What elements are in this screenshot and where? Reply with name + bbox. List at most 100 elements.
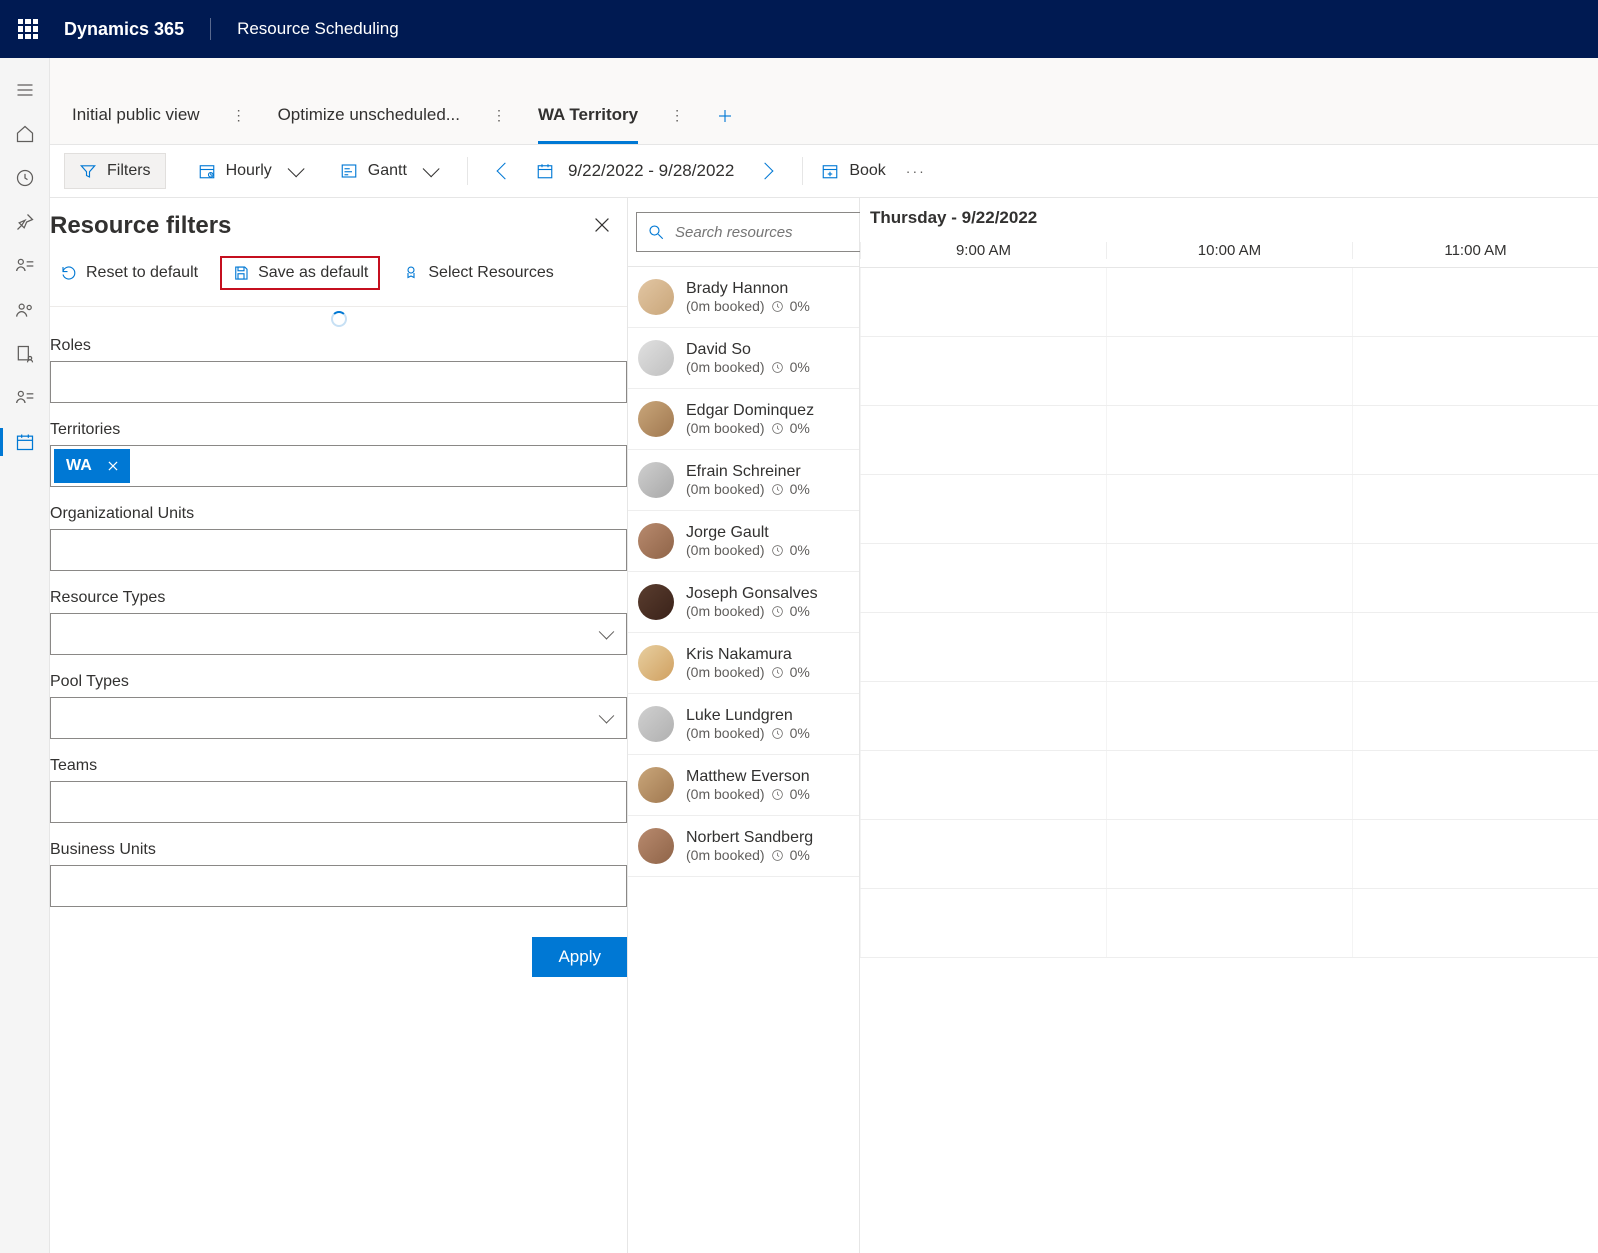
close-filter-panel-button[interactable]: [591, 214, 613, 239]
reset-to-default-button[interactable]: Reset to default: [50, 256, 208, 290]
timeline-cell[interactable]: [1352, 337, 1598, 405]
timeline-cell[interactable]: [860, 613, 1106, 681]
timeline-cell[interactable]: [1352, 406, 1598, 474]
clock-icon: [771, 605, 784, 618]
territories-input[interactable]: WA: [50, 445, 627, 487]
timeline-cell[interactable]: [1106, 475, 1352, 543]
timeline-cell[interactable]: [1106, 544, 1352, 612]
timeline-cell[interactable]: [860, 475, 1106, 543]
timeline-cell[interactable]: [1352, 889, 1598, 957]
timeline-row[interactable]: [860, 544, 1598, 613]
timeline-cell[interactable]: [1106, 820, 1352, 888]
timeline-cell[interactable]: [860, 751, 1106, 819]
save-as-default-button[interactable]: Save as default: [220, 256, 380, 290]
resource-row[interactable]: Luke Lundgren (0m booked) 0%: [628, 694, 859, 755]
app-launcher-icon[interactable]: [18, 19, 38, 39]
resource-row[interactable]: Brady Hannon (0m booked) 0%: [628, 267, 859, 328]
teams-input[interactable]: [50, 781, 627, 823]
resource-types-select[interactable]: [50, 613, 627, 655]
select-resources-button[interactable]: Select Resources: [392, 256, 563, 290]
date-range-button[interactable]: 9/22/2022 - 9/28/2022: [536, 161, 734, 181]
tab-menu-icon[interactable]: ⋮: [232, 107, 246, 144]
timeline-cell[interactable]: [1352, 475, 1598, 543]
resource-row[interactable]: Matthew Everson (0m booked) 0%: [628, 755, 859, 816]
resource-row[interactable]: Efrain Schreiner (0m booked) 0%: [628, 450, 859, 511]
resource-meta: (0m booked) 0%: [686, 481, 810, 497]
timeline-cell[interactable]: [1352, 268, 1598, 336]
save-default-label: Save as default: [258, 264, 368, 282]
search-input-field[interactable]: [675, 224, 876, 241]
timeline-cell[interactable]: [860, 889, 1106, 957]
timeline-row[interactable]: [860, 751, 1598, 820]
resource-meta: (0m booked) 0%: [686, 664, 810, 680]
timeline-row[interactable]: [860, 406, 1598, 475]
sidebar-recent-icon[interactable]: [0, 156, 50, 200]
add-tab-button[interactable]: [716, 107, 734, 144]
pool-types-select[interactable]: [50, 697, 627, 739]
timeline-cell[interactable]: [860, 337, 1106, 405]
sidebar-person-list2-icon[interactable]: [0, 376, 50, 420]
sidebar-pin-icon[interactable]: [0, 200, 50, 244]
sidebar-person-list-icon[interactable]: [0, 244, 50, 288]
tab-initial-public-view[interactable]: Initial public view: [72, 105, 200, 144]
timeline-cell[interactable]: [1352, 820, 1598, 888]
remove-chip-icon[interactable]: [106, 459, 120, 473]
territory-chip-wa[interactable]: WA: [54, 449, 130, 483]
timeline-row[interactable]: [860, 889, 1598, 958]
timescale-dropdown[interactable]: Hourly: [184, 154, 314, 188]
apply-button[interactable]: Apply: [532, 937, 627, 977]
filters-button[interactable]: Filters: [64, 153, 166, 189]
timeline-row[interactable]: [860, 820, 1598, 889]
timeline-cell[interactable]: [1352, 751, 1598, 819]
sidebar-doc-person-icon[interactable]: [0, 332, 50, 376]
timeline-cell[interactable]: [860, 682, 1106, 750]
timeline-cell[interactable]: [1352, 544, 1598, 612]
resource-row[interactable]: Jorge Gault (0m booked) 0%: [628, 511, 859, 572]
prev-date-button[interactable]: [486, 151, 524, 191]
tab-menu-icon[interactable]: ⋮: [492, 107, 506, 144]
timeline-cell[interactable]: [860, 268, 1106, 336]
next-date-button[interactable]: [746, 151, 784, 191]
clock-icon: [771, 727, 784, 740]
timeline-cell[interactable]: [1352, 682, 1598, 750]
search-resources-input[interactable]: [636, 212, 887, 252]
timeline-cell[interactable]: [860, 820, 1106, 888]
resource-row[interactable]: Kris Nakamura (0m booked) 0%: [628, 633, 859, 694]
tab-menu-icon[interactable]: ⋮: [670, 107, 684, 144]
resource-row[interactable]: Edgar Dominquez (0m booked) 0%: [628, 389, 859, 450]
roles-input[interactable]: [50, 361, 627, 403]
tab-wa-territory[interactable]: WA Territory: [538, 105, 638, 144]
resource-name: Jorge Gault: [686, 524, 810, 542]
timeline-row[interactable]: [860, 613, 1598, 682]
tab-optimize-unscheduled[interactable]: Optimize unscheduled...: [278, 105, 460, 144]
resource-row[interactable]: David So (0m booked) 0%: [628, 328, 859, 389]
timeline-cell[interactable]: [1106, 682, 1352, 750]
timeline-row[interactable]: [860, 682, 1598, 751]
more-commands-button[interactable]: ···: [898, 163, 934, 179]
timeline-row[interactable]: [860, 268, 1598, 337]
timeline-cell[interactable]: [1106, 406, 1352, 474]
business-units-input[interactable]: [50, 865, 627, 907]
sidebar-menu-icon[interactable]: [0, 68, 50, 112]
resource-row[interactable]: Norbert Sandberg (0m booked) 0%: [628, 816, 859, 877]
book-button[interactable]: Book: [821, 162, 885, 180]
resource-row[interactable]: Joseph Gonsalves (0m booked) 0%: [628, 572, 859, 633]
timeline-cell[interactable]: [860, 406, 1106, 474]
sidebar-team-icon[interactable]: [0, 288, 50, 332]
timeline-cell[interactable]: [1106, 613, 1352, 681]
timeline-row[interactable]: [860, 475, 1598, 544]
timeline-hour-label: 10:00 AM: [1106, 242, 1352, 259]
org-units-input[interactable]: [50, 529, 627, 571]
timeline-cell[interactable]: [1106, 337, 1352, 405]
timeline-cell[interactable]: [1352, 613, 1598, 681]
sidebar-schedule-icon[interactable]: [0, 420, 50, 464]
sidebar-home-icon[interactable]: [0, 112, 50, 156]
avatar: [638, 706, 674, 742]
timeline-row[interactable]: [860, 337, 1598, 406]
timeline-cell[interactable]: [1106, 268, 1352, 336]
avatar: [638, 279, 674, 315]
timeline-cell[interactable]: [1106, 751, 1352, 819]
timeline-cell[interactable]: [1106, 889, 1352, 957]
view-dropdown[interactable]: Gantt: [326, 154, 449, 188]
timeline-cell[interactable]: [860, 544, 1106, 612]
